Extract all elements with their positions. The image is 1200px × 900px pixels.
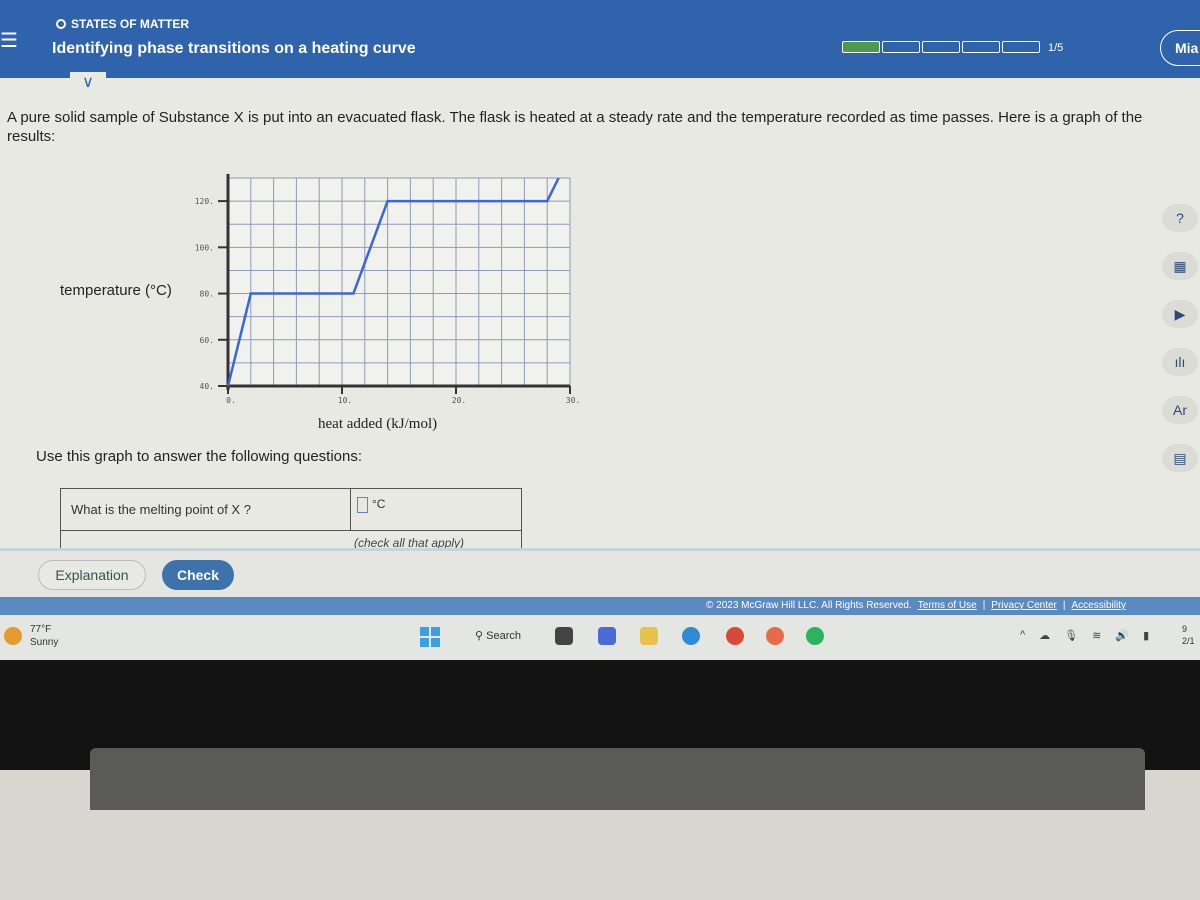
calculator-icon[interactable]: ▦ bbox=[1162, 252, 1198, 280]
x-tick-label: 10. bbox=[338, 396, 352, 405]
question-text: What is the melting point of X ? bbox=[61, 489, 351, 530]
battery-icon[interactable]: ▮ bbox=[1143, 629, 1149, 642]
taskbar-search[interactable]: ⚲ Search bbox=[475, 629, 521, 642]
privacy-link[interactable]: Privacy Center bbox=[991, 600, 1057, 611]
laptop-hinge bbox=[90, 748, 1145, 810]
teams-icon[interactable] bbox=[598, 627, 616, 645]
chevron-down-icon[interactable]: ∨ bbox=[70, 72, 106, 94]
weather-label: Sunny bbox=[30, 637, 59, 648]
question-row: What is the melting point of X ? °C bbox=[61, 489, 521, 531]
answer-cell: °C bbox=[351, 489, 521, 530]
sun-icon bbox=[4, 627, 22, 645]
chevron-up-icon[interactable]: ^ bbox=[1020, 629, 1025, 642]
footer: © 2023 McGraw Hill LLC. All Rights Reser… bbox=[0, 597, 1200, 615]
progress-segment bbox=[962, 41, 1000, 53]
y-axis-label: temperature (°C) bbox=[60, 282, 172, 299]
melting-point-input[interactable] bbox=[357, 497, 368, 513]
wifi-icon[interactable]: ≋ bbox=[1092, 629, 1101, 642]
heating-curve-chart: 40. 60. 80. 100. 120. 0. 10. 20. 30. bbox=[195, 174, 580, 405]
check-button[interactable]: Check bbox=[162, 560, 234, 590]
chart-icon[interactable]: ılı bbox=[1162, 348, 1198, 376]
copyright: © 2023 McGraw Hill LLC. All Rights Reser… bbox=[706, 600, 912, 611]
y-tick-label: 100. bbox=[195, 243, 214, 252]
menu-icon[interactable]: ☰ bbox=[0, 28, 18, 53]
progress-segment bbox=[882, 41, 920, 53]
accessibility-link[interactable]: Accessibility bbox=[1071, 600, 1125, 611]
file-explorer-icon[interactable] bbox=[640, 627, 658, 645]
circle-icon bbox=[56, 19, 66, 29]
microphone-icon[interactable]: 🎙 bbox=[1064, 629, 1078, 642]
cloud-icon[interactable]: ☁ bbox=[1039, 629, 1050, 642]
help-icon[interactable]: ? bbox=[1162, 204, 1198, 232]
video-icon[interactable]: ▶ bbox=[1162, 300, 1198, 328]
y-tick-label: 40. bbox=[200, 382, 214, 391]
user-button[interactable]: Mia bbox=[1160, 30, 1200, 66]
x-axis-label: heat added (kJ/mol) bbox=[318, 416, 438, 432]
windows-start-icon[interactable] bbox=[420, 627, 440, 647]
time: 9 bbox=[1182, 624, 1188, 634]
progress-segment bbox=[1002, 41, 1040, 53]
topic: STATES OF MATTER bbox=[56, 17, 189, 31]
explanation-button[interactable]: Explanation bbox=[38, 560, 146, 590]
reference-icon[interactable]: ▤ bbox=[1162, 444, 1198, 472]
use-text: Use this graph to answer the following q… bbox=[36, 448, 363, 465]
screen: ☰ STATES OF MATTER Identifying phase tra… bbox=[0, 0, 1200, 660]
task-view-icon[interactable] bbox=[555, 627, 573, 645]
x-tick-label: 0. bbox=[226, 396, 236, 405]
terms-link[interactable]: Terms of Use bbox=[918, 600, 977, 611]
plot-area bbox=[228, 178, 570, 386]
search-icon: ⚲ bbox=[475, 630, 487, 642]
date: 2/1 bbox=[1182, 636, 1195, 646]
clock[interactable]: 9 2/1 bbox=[1182, 623, 1195, 647]
temperature: 77°F bbox=[30, 624, 52, 635]
separator: | bbox=[982, 600, 986, 611]
periodic-table-icon[interactable]: Ar bbox=[1162, 396, 1198, 424]
system-tray: ^ ☁ 🎙 ≋ 🔊 ▮ bbox=[1020, 629, 1149, 642]
taskbar: 77°F Sunny ⚲ Search ^ ☁ 🎙 ≋ 🔊 ▮ 9 2/1 bbox=[0, 615, 1200, 660]
volume-icon[interactable]: 🔊 bbox=[1115, 629, 1129, 642]
header: ☰ STATES OF MATTER Identifying phase tra… bbox=[0, 0, 1200, 78]
y-tick-label: 60. bbox=[200, 336, 214, 345]
y-tick-label: 120. bbox=[195, 197, 214, 206]
progress-segment bbox=[842, 41, 880, 53]
search-label: Search bbox=[486, 630, 521, 642]
edge-icon[interactable] bbox=[682, 627, 700, 645]
check-all-hint: (check all that apply) bbox=[354, 536, 465, 548]
unit-label: °C bbox=[372, 497, 386, 511]
x-tick-label: 30. bbox=[566, 396, 580, 405]
progress-segment bbox=[922, 41, 960, 53]
y-tick-label: 80. bbox=[200, 290, 214, 299]
x-tick-label: 20. bbox=[452, 396, 466, 405]
app-icon[interactable] bbox=[766, 627, 784, 645]
topic-label: STATES OF MATTER bbox=[71, 17, 189, 31]
separator: | bbox=[1062, 600, 1066, 611]
chrome-icon[interactable] bbox=[726, 627, 744, 645]
progress-label: 1/5 bbox=[1048, 42, 1064, 54]
weather-widget[interactable]: 77°F Sunny bbox=[30, 623, 58, 649]
progress-bar bbox=[842, 41, 1040, 53]
intro-text: A pure solid sample of Substance X is pu… bbox=[7, 109, 1143, 145]
page-title: Identifying phase transitions on a heati… bbox=[52, 40, 416, 57]
spotify-icon[interactable] bbox=[806, 627, 824, 645]
